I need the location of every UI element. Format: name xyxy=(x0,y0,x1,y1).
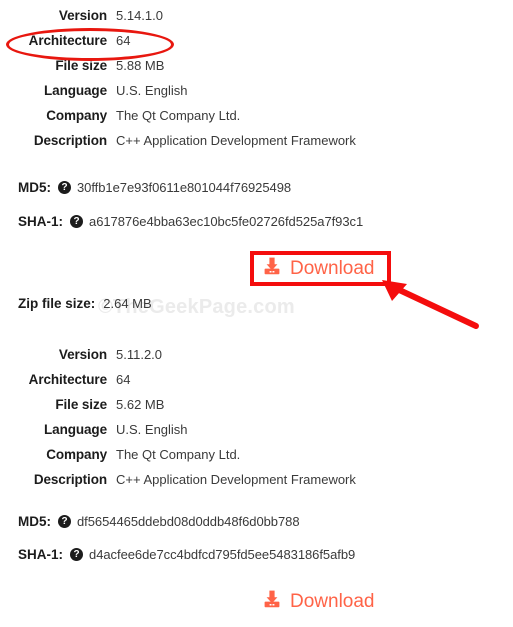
property-row: Architecture 64 xyxy=(0,372,513,397)
download-button-2[interactable]: Download xyxy=(262,589,375,614)
property-value: 5.62 MB xyxy=(116,397,165,412)
download-label: Download xyxy=(290,257,375,279)
property-value: The Qt Company Ltd. xyxy=(116,108,241,123)
property-label: Description xyxy=(33,472,107,487)
md5-row: MD5: ? df5654465ddebd08d0ddb48f6d0bb788 xyxy=(18,514,300,529)
annotation-arrow xyxy=(360,270,490,340)
md5-label: MD5: xyxy=(18,514,51,529)
property-value: C++ Application Development Framework xyxy=(116,472,356,487)
sha1-label: SHA-1: xyxy=(18,547,64,562)
property-label: Company xyxy=(46,108,107,123)
property-label: Architecture xyxy=(28,33,107,48)
sha1-value: a617876e4bba63ec10bc5fe02726fd525a7f93c1 xyxy=(89,214,364,229)
property-label: Version xyxy=(58,8,107,23)
property-value: U.S. English xyxy=(116,422,188,437)
help-icon[interactable]: ? xyxy=(70,215,84,228)
property-row: Version 5.14.1.0 xyxy=(0,8,513,33)
property-label: Architecture xyxy=(28,372,107,387)
property-label: File size xyxy=(55,397,107,412)
md5-row: MD5: ? 30ffb1e7e93f0611e801044f76925498 xyxy=(18,180,291,195)
zip-file-size-value: 2.64 MB xyxy=(103,296,152,311)
property-value: 64 xyxy=(116,33,131,48)
property-label: Language xyxy=(44,83,107,98)
property-row: Company The Qt Company Ltd. xyxy=(0,447,513,472)
property-row: Architecture 64 xyxy=(0,33,513,58)
download-icon xyxy=(262,256,282,281)
property-row: Language U.S. English xyxy=(0,422,513,447)
property-row: Description C++ Application Development … xyxy=(0,133,513,158)
help-icon[interactable]: ? xyxy=(58,515,71,528)
property-value: U.S. English xyxy=(116,83,188,98)
property-row: Company The Qt Company Ltd. xyxy=(0,108,513,133)
zip-file-size-label: Zip file size: xyxy=(18,296,96,311)
md5-label: MD5: xyxy=(18,180,51,195)
md5-value: df5654465ddebd08d0ddb48f6d0bb788 xyxy=(77,514,300,529)
sha1-row: SHA-1: ? d4acfee6de7cc4bdfcd795fd5ee5483… xyxy=(18,547,355,562)
property-value: 5.14.1.0 xyxy=(116,8,163,23)
zip-file-size-row: Zip file size: 2.64 MB xyxy=(18,296,152,311)
page-root: Version 5.14.1.0 Architecture 64 File si… xyxy=(0,0,513,627)
help-icon[interactable]: ? xyxy=(70,548,84,561)
property-value: 5.11.2.0 xyxy=(116,347,163,362)
property-label: Description xyxy=(33,133,107,148)
download-icon xyxy=(262,589,282,614)
md5-value: 30ffb1e7e93f0611e801044f76925498 xyxy=(77,180,292,195)
sha1-row: SHA-1: ? a617876e4bba63ec10bc5fe02726fd5… xyxy=(18,214,363,229)
package-2-properties: Version 5.11.2.0 Architecture 64 File si… xyxy=(0,347,513,497)
property-label: File size xyxy=(55,58,107,73)
help-icon[interactable]: ? xyxy=(58,181,71,194)
property-label: Version xyxy=(58,347,107,362)
property-row: Description C++ Application Development … xyxy=(0,472,513,497)
property-label: Company xyxy=(46,447,107,462)
property-value: The Qt Company Ltd. xyxy=(116,447,241,462)
property-row: Version 5.11.2.0 xyxy=(0,347,513,372)
property-value: C++ Application Development Framework xyxy=(116,133,356,148)
package-1-properties: Version 5.14.1.0 Architecture 64 File si… xyxy=(0,8,513,158)
property-label: Language xyxy=(44,422,107,437)
download-label: Download xyxy=(290,590,375,612)
property-value: 5.88 MB xyxy=(116,58,165,73)
property-row: File size 5.62 MB xyxy=(0,397,513,422)
sha1-label: SHA-1: xyxy=(18,214,64,229)
download-button-1[interactable]: Download xyxy=(262,256,375,281)
property-value: 64 xyxy=(116,372,131,387)
sha1-value: d4acfee6de7cc4bdfcd795fd5ee5483186f5afb9 xyxy=(89,547,356,562)
property-row: File size 5.88 MB xyxy=(0,58,513,83)
property-row: Language U.S. English xyxy=(0,83,513,108)
